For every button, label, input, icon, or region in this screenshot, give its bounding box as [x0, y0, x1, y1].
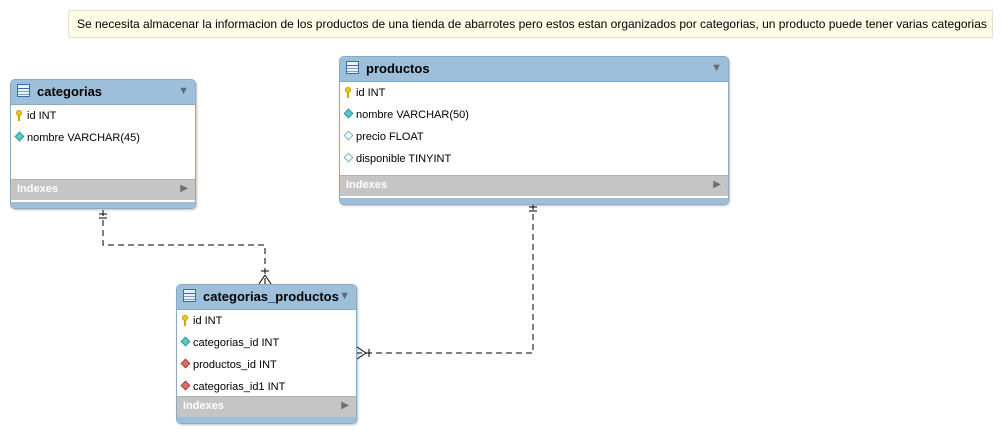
collapse-arrow-icon[interactable]: ▼ — [339, 290, 350, 302]
expand-arrow-icon[interactable]: ▶ — [341, 400, 349, 411]
er-diagram-canvas: Se necesita almacenar la informacion de … — [0, 0, 1004, 433]
column-label: disponible TINYINT — [356, 153, 452, 165]
entity-categorias-productos[interactable]: categorias_productos ▼ id INT categorias… — [176, 284, 357, 424]
column-row[interactable]: productos_id INT — [177, 354, 356, 376]
foreign-key-icon — [180, 380, 191, 391]
column-row[interactable]: disponible TINYINT — [340, 148, 728, 170]
relationship-productos-categorias-productos — [357, 204, 534, 354]
table-icon — [346, 61, 359, 74]
column-label: nombre VARCHAR(45) — [27, 132, 140, 144]
not-null-column-icon — [180, 336, 191, 347]
indexes-label: Indexes — [17, 183, 58, 195]
table-icon — [183, 289, 196, 302]
column-row[interactable]: nombre VARCHAR(50) — [340, 104, 728, 126]
entity-header[interactable]: categorias ▼ — [11, 80, 195, 105]
column-row[interactable]: categorias_id1 INT — [177, 376, 356, 398]
column-list: id INT nombre VARCHAR(50) precio FLOAT d… — [340, 82, 728, 170]
entity-title: categorias_productos — [203, 289, 339, 304]
entity-title: productos — [366, 61, 430, 76]
not-null-column-icon — [343, 108, 354, 119]
column-label: categorias_id1 INT — [193, 381, 286, 393]
nullable-column-icon — [343, 130, 354, 141]
primary-key-icon — [345, 87, 351, 98]
column-row[interactable]: categorias_id INT — [177, 332, 356, 354]
column-label: id INT — [27, 110, 57, 122]
column-row[interactable]: id INT — [340, 82, 728, 104]
primary-key-icon — [16, 110, 22, 121]
column-label: id INT — [193, 315, 223, 327]
entity-footer — [11, 202, 195, 208]
entity-title: categorias — [37, 84, 103, 99]
column-label: categorias_id INT — [193, 337, 280, 349]
column-label: productos_id INT — [193, 359, 277, 371]
column-label: nombre VARCHAR(50) — [356, 109, 469, 121]
column-list: id INT nombre VARCHAR(45) — [11, 105, 195, 149]
foreign-key-icon — [180, 358, 191, 369]
primary-key-icon — [182, 315, 188, 326]
column-label: id INT — [356, 87, 386, 99]
entity-footer — [177, 417, 356, 423]
column-row[interactable]: nombre VARCHAR(45) — [11, 127, 195, 149]
entity-footer — [340, 198, 728, 204]
column-row[interactable]: precio FLOAT — [340, 126, 728, 148]
diagram-note[interactable]: Se necesita almacenar la informacion de … — [68, 10, 993, 38]
expand-arrow-icon[interactable]: ▶ — [180, 183, 188, 194]
entity-header[interactable]: productos ▼ — [340, 57, 728, 82]
column-label: precio FLOAT — [356, 131, 424, 143]
indexes-section[interactable]: Indexes ▶ — [340, 175, 728, 196]
entity-productos[interactable]: productos ▼ id INT nombre VARCHAR(50) pr… — [339, 56, 729, 205]
entity-header[interactable]: categorias_productos ▼ — [177, 285, 356, 310]
table-icon — [17, 84, 30, 97]
indexes-label: Indexes — [346, 179, 387, 191]
indexes-section[interactable]: Indexes ▶ — [11, 179, 195, 200]
expand-arrow-icon[interactable]: ▶ — [713, 179, 721, 190]
not-null-column-icon — [14, 131, 25, 142]
indexes-label: Indexes — [183, 400, 224, 412]
column-row[interactable]: id INT — [177, 310, 356, 332]
column-row[interactable]: id INT — [11, 105, 195, 127]
entity-categorias[interactable]: categorias ▼ id INT nombre VARCHAR(45) I… — [10, 79, 196, 209]
collapse-arrow-icon[interactable]: ▼ — [178, 85, 189, 97]
nullable-column-icon — [343, 152, 354, 163]
relationship-categorias-categorias-productos — [102, 210, 266, 284]
indexes-section[interactable]: Indexes ▶ — [177, 396, 356, 417]
collapse-arrow-icon[interactable]: ▼ — [711, 62, 722, 74]
column-list: id INT categorias_id INT productos_id IN… — [177, 310, 356, 398]
